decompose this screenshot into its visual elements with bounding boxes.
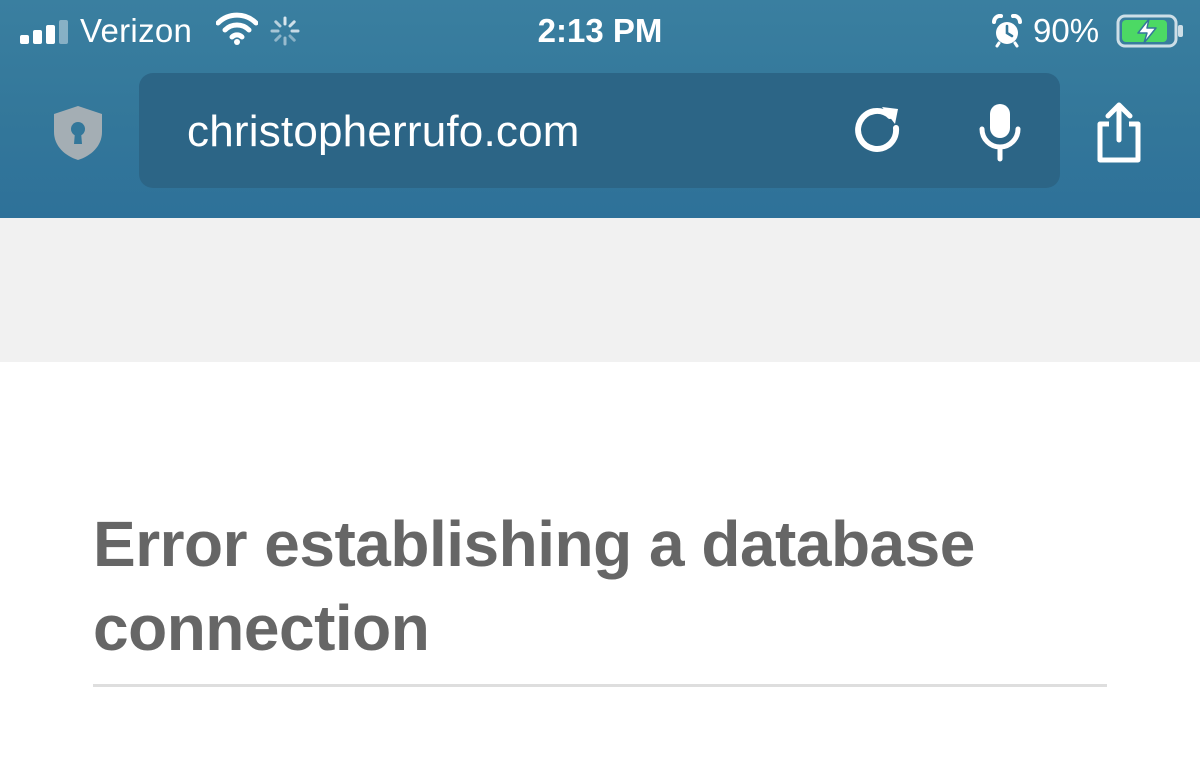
share-icon[interactable] — [1092, 100, 1146, 166]
microphone-icon[interactable] — [975, 101, 1025, 163]
battery-percentage: 90% — [1033, 12, 1100, 49]
alarm-icon — [992, 14, 1022, 48]
browser-chrome: Verizon 2:13 PM 90% christopherrufo.com — [0, 0, 1200, 218]
privacy-shield-icon[interactable] — [50, 104, 106, 162]
page-header-band — [0, 218, 1200, 362]
battery-charging-icon — [1116, 14, 1183, 48]
divider — [93, 684, 1107, 687]
address-bar[interactable]: christopherrufo.com — [139, 73, 1060, 188]
time-label: 2:13 PM — [537, 12, 663, 49]
url-text[interactable]: christopherrufo.com — [187, 107, 580, 157]
status-bar: Verizon 2:13 PM 90% — [0, 0, 1200, 64]
error-heading: Error establishing a database connection — [93, 508, 975, 664]
reload-icon[interactable] — [849, 103, 907, 161]
